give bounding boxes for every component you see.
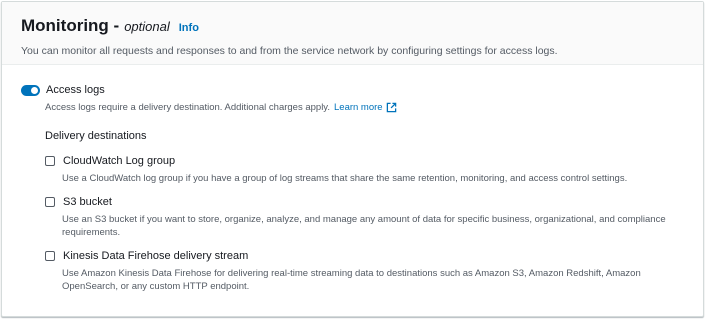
panel-header: Monitoring - optional Info You can monit… bbox=[2, 2, 703, 65]
option-row: S3 bucket bbox=[45, 196, 684, 208]
option-s3: S3 bucket Use an S3 bucket if you want t… bbox=[45, 196, 684, 239]
s3-description: Use an S3 bucket if you want to store, o… bbox=[62, 214, 666, 238]
monitoring-panel: Monitoring - optional Info You can monit… bbox=[1, 1, 704, 317]
kinesis-label: Kinesis Data Firehose delivery stream bbox=[63, 250, 249, 262]
title-row: Monitoring - optional Info bbox=[21, 16, 684, 36]
option-cloudwatch: CloudWatch Log group Use a CloudWatch lo… bbox=[45, 155, 684, 185]
access-logs-toggle[interactable] bbox=[21, 84, 40, 96]
panel-title: Monitoring - bbox=[21, 16, 120, 35]
toggle-knob bbox=[31, 86, 38, 94]
cloudwatch-description: Use a CloudWatch log group if you have a… bbox=[62, 173, 628, 184]
option-kinesis: Kinesis Data Firehose delivery stream Us… bbox=[45, 250, 684, 293]
s3-checkbox[interactable] bbox=[45, 197, 55, 207]
access-logs-description: Access logs require a delivery destinati… bbox=[45, 102, 330, 113]
kinesis-checkbox[interactable] bbox=[45, 251, 55, 261]
s3-label: S3 bucket bbox=[63, 196, 112, 208]
panel-body: Access logs Access logs require a delive… bbox=[2, 65, 703, 293]
optional-label: optional bbox=[124, 19, 170, 34]
delivery-destinations-heading: Delivery destinations bbox=[45, 130, 147, 142]
access-logs-description-row: Access logs require a delivery destinati… bbox=[45, 102, 684, 113]
option-row: CloudWatch Log group bbox=[45, 155, 684, 167]
access-logs-row: Access logs bbox=[21, 84, 684, 96]
cloudwatch-label: CloudWatch Log group bbox=[63, 155, 176, 167]
panel-description: You can monitor all requests and respons… bbox=[21, 45, 558, 57]
access-logs-label: Access logs bbox=[46, 84, 105, 96]
kinesis-description: Use Amazon Kinesis Data Firehose for del… bbox=[62, 268, 641, 292]
external-link-icon bbox=[386, 102, 396, 113]
option-row: Kinesis Data Firehose delivery stream bbox=[45, 250, 684, 262]
learn-more-label: Learn more bbox=[334, 102, 383, 113]
learn-more-link[interactable]: Learn more bbox=[334, 102, 397, 113]
info-link[interactable]: Info bbox=[179, 22, 199, 34]
cloudwatch-checkbox[interactable] bbox=[45, 156, 55, 166]
